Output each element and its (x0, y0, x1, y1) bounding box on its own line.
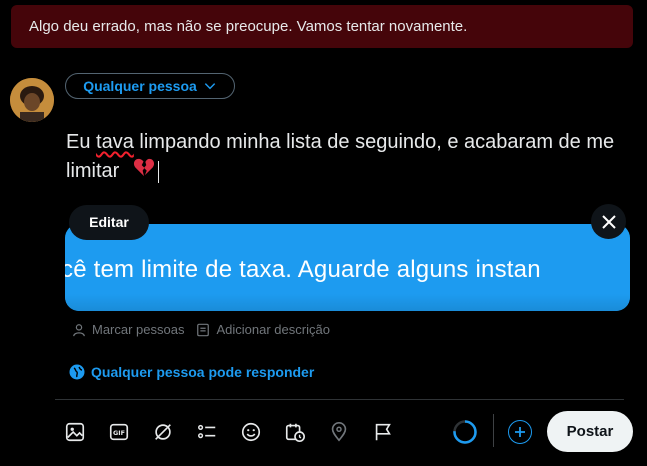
broken-heart-icon (133, 157, 155, 186)
error-message: Algo deu errado, mas não se preocupe. Va… (29, 18, 468, 35)
error-banner: Algo deu errado, mas não se preocupe. Va… (11, 5, 633, 48)
emoji-button[interactable] (240, 418, 284, 446)
schedule-button[interactable] (284, 418, 328, 446)
grok-button[interactable] (152, 418, 196, 446)
compose-text-start: Eu (66, 131, 97, 153)
media-preview: cê tem limite de taxa. Aguarde alguns in… (65, 224, 630, 311)
compose-toolbar: GIF (64, 418, 416, 446)
chevron-down-icon (204, 83, 215, 90)
avatar-image (10, 78, 54, 122)
flag-button[interactable] (372, 418, 416, 446)
toolbar-divider (55, 399, 624, 400)
add-post-button[interactable] (508, 420, 532, 444)
tag-people-label: Marcar pessoas (92, 322, 185, 337)
toolbar-separator (493, 414, 494, 447)
globe-icon (69, 364, 85, 380)
schedule-icon (285, 423, 305, 442)
poll-icon (198, 424, 216, 439)
close-icon (601, 214, 616, 229)
compose-textarea[interactable]: Eu tava limpando minha lista de seguindo… (66, 128, 636, 186)
post-button[interactable]: Postar (547, 411, 633, 452)
remove-media-button[interactable] (591, 204, 626, 239)
audience-selector-button[interactable]: Qualquer pessoa (65, 73, 235, 99)
text-caret (157, 160, 159, 183)
reply-setting-button[interactable]: Qualquer pessoa pode responder (69, 364, 314, 380)
media-meta-row: Marcar pessoas Adicionar descrição (72, 322, 330, 337)
gif-button[interactable]: GIF (108, 418, 152, 446)
misspelled-word: tava (96, 131, 134, 153)
description-icon (197, 323, 210, 336)
gif-icon: GIF (109, 423, 129, 441)
avatar[interactable] (10, 78, 54, 122)
poll-button[interactable] (196, 418, 240, 446)
media-image-text: cê tem limite de taxa. Aguarde alguns in… (65, 256, 541, 283)
image-icon (65, 422, 85, 442)
grok-icon (155, 424, 171, 440)
media-button[interactable] (64, 418, 108, 446)
location-button[interactable] (328, 418, 372, 446)
edit-media-button[interactable]: Editar (69, 205, 149, 240)
character-count-ring (453, 420, 477, 444)
tag-people-link[interactable]: Marcar pessoas (72, 322, 184, 337)
plus-icon (515, 427, 525, 437)
add-description-label: Adicionar descrição (216, 322, 330, 337)
flag-icon (375, 423, 391, 441)
reply-setting-label: Qualquer pessoa pode responder (91, 364, 315, 380)
location-icon (331, 422, 347, 442)
media-bottom-edge (65, 294, 630, 311)
svg-text:GIF: GIF (113, 429, 125, 437)
add-description-link[interactable]: Adicionar descrição (196, 322, 330, 337)
person-icon (73, 323, 85, 336)
audience-label: Qualquer pessoa (83, 78, 197, 94)
emoji-icon (241, 422, 261, 442)
